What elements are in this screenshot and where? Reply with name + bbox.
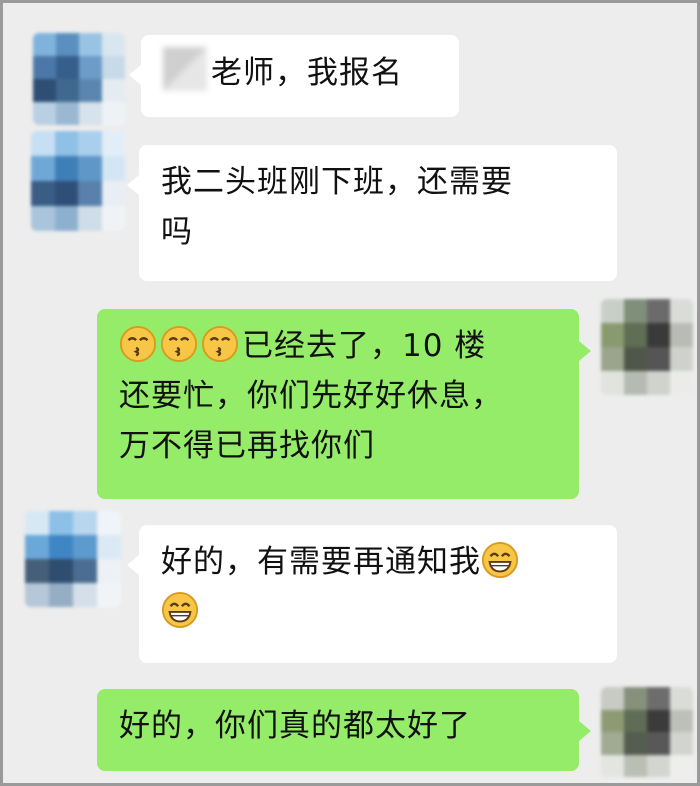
message-text-line: 好的，有需要再通知我 (161, 537, 595, 587)
message-text-line: 我二头班刚下班，还需要 (161, 164, 513, 200)
kissing-smiling-eyes-emoji (201, 325, 239, 363)
message-text-line: 已经去了，10 楼 (119, 321, 557, 371)
blurred-name (163, 47, 207, 91)
message-text: 好的，有需要再通知我 (161, 544, 481, 580)
message-text-line: 万不得已再找你们 (119, 428, 375, 464)
message-text-line: 还要忙，你们先好好休息， (119, 378, 503, 414)
incoming-message-bubble[interactable]: 好的，有需要再通知我 (127, 525, 617, 663)
message-text-line: 好的，你们真的都太好了 (119, 708, 471, 744)
kissing-smiling-eyes-emoji (119, 325, 157, 363)
incoming-message-bubble[interactable]: 我二头班刚下班，还需要 吗 (127, 145, 617, 281)
message-text-line: 吗 (161, 214, 193, 250)
message-text: 老师，我报名 (211, 55, 403, 91)
self-avatar[interactable] (601, 687, 693, 777)
kissing-smiling-eyes-emoji (160, 325, 198, 363)
contact-avatar[interactable] (33, 33, 125, 125)
outgoing-message-bubble[interactable]: 已经去了，10 楼 还要忙，你们先好好休息， 万不得已再找你们 (97, 309, 591, 499)
contact-avatar[interactable] (25, 511, 121, 607)
self-avatar[interactable] (601, 299, 693, 395)
grinning-emoji (481, 541, 519, 579)
message-text-line (161, 587, 595, 637)
grinning-emoji (161, 591, 199, 629)
chat-screenshot: 老师，我报名 我二头班刚下班，还需要 吗 已经去了，10 楼 还要忙，你们先好好… (0, 0, 700, 786)
contact-avatar[interactable] (31, 131, 125, 231)
outgoing-message-bubble[interactable]: 好的，你们真的都太好了 (97, 689, 591, 771)
incoming-message-bubble[interactable]: 老师，我报名 (129, 35, 459, 117)
message-text: 已经去了，10 楼 (242, 328, 487, 364)
